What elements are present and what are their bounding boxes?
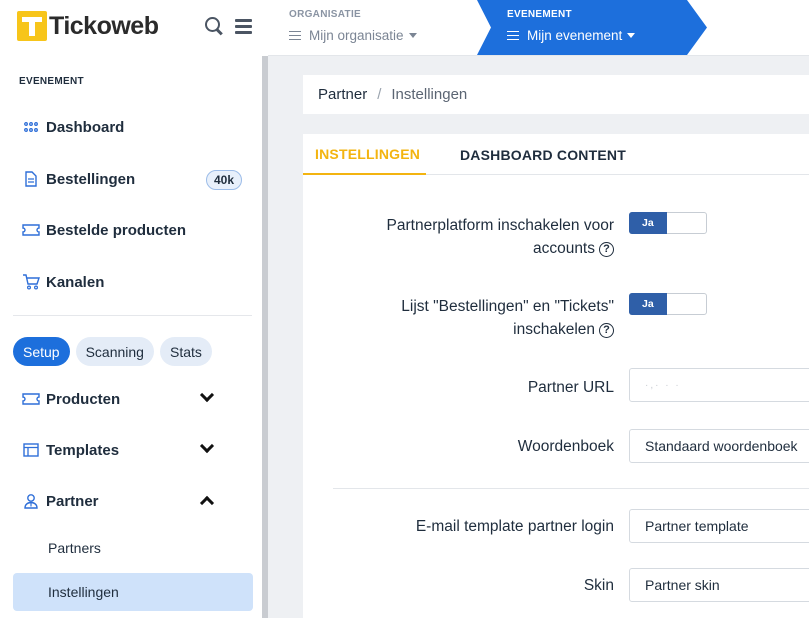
list-icon xyxy=(289,30,301,41)
sidebar-item-label: Bestelde producten xyxy=(46,221,187,239)
pill-scanning[interactable]: Scanning xyxy=(75,337,154,366)
tab-bar: INSTELLINGEN DASHBOARD CONTENT xyxy=(303,134,809,175)
tab-instellingen[interactable]: INSTELLINGEN xyxy=(303,134,426,175)
label-line: Lijst "Bestellingen" en "Tickets" xyxy=(401,298,614,315)
divider xyxy=(13,315,252,316)
chevron-up-icon xyxy=(199,495,215,511)
settings-card: INSTELLINGEN DASHBOARD CONTENT Partnerpl… xyxy=(303,134,809,618)
org-selector[interactable]: ORGANISATIE Mijn organisatie xyxy=(289,9,417,43)
partner-platform-toggle[interactable]: Ja xyxy=(629,212,707,234)
caret-down-icon xyxy=(408,33,417,38)
cart-icon xyxy=(22,273,40,291)
sidebar-item-bestellingen[interactable]: Bestellingen 40k xyxy=(22,167,248,191)
sidebar-group-producten[interactable]: Producten xyxy=(22,387,248,411)
pill-stats[interactable]: Stats xyxy=(159,337,212,366)
partner-url-label: Partner URL xyxy=(527,379,614,396)
caret-down-icon xyxy=(627,33,636,38)
layout-icon xyxy=(22,441,40,459)
sidebar-item-label: Producten xyxy=(46,390,121,408)
sidebar-item-label: Kanalen xyxy=(46,273,105,291)
hamburger-menu-icon[interactable] xyxy=(235,16,253,36)
label-line: accounts xyxy=(532,240,595,257)
sidebar-group-partner[interactable]: Partner xyxy=(22,489,248,513)
tab-dashboard-content[interactable]: DASHBOARD CONTENT xyxy=(460,134,626,175)
chevron-down-icon xyxy=(199,438,215,454)
tickoweb-logo-icon xyxy=(17,11,47,41)
document-icon xyxy=(22,170,40,188)
toggle-on-label: Ja xyxy=(629,212,667,234)
count-badge: 40k xyxy=(205,170,242,190)
dictionary-label: Woordenboek xyxy=(517,438,614,455)
skin-label: Skin xyxy=(583,577,614,594)
grid-icon xyxy=(22,118,40,136)
breadcrumb-current: Instellingen xyxy=(391,86,468,103)
form-divider xyxy=(333,488,809,489)
lists-toggle-label: Lijst "Bestellingen" en "Tickets" inscha… xyxy=(401,295,614,341)
sidebar-group-templates[interactable]: Templates xyxy=(22,438,248,462)
breadcrumb-parent[interactable]: Partner xyxy=(318,86,367,103)
ticket-icon xyxy=(22,221,40,239)
section-label: EVENEMENT xyxy=(19,76,84,87)
sidebar-item-label: Templates xyxy=(46,441,120,459)
label-line: Partnerplatform inschakelen voor xyxy=(386,217,614,234)
sidebar-item-bestelde-producten[interactable]: Bestelde producten xyxy=(22,218,248,242)
breadcrumb: Partner / Instellingen xyxy=(303,75,809,114)
org-value: Mijn organisatie xyxy=(309,28,404,43)
help-icon[interactable]: ? xyxy=(599,323,614,338)
skin-select[interactable]: Partner skin xyxy=(629,568,809,602)
event-value: Mijn evenement xyxy=(527,28,623,43)
breadcrumb-separator: / xyxy=(377,86,382,103)
partner-url-field[interactable]: ·,· · · xyxy=(629,368,809,402)
logo[interactable]: Tickoweb xyxy=(17,11,159,41)
lists-toggle[interactable]: Ja xyxy=(629,293,707,315)
brand-name: Tickoweb xyxy=(49,11,159,40)
mode-pills: Setup Scanning Stats xyxy=(13,337,212,366)
event-selector[interactable]: EVENEMENT Mijn evenement xyxy=(477,0,707,55)
sidebar-item-dashboard[interactable]: Dashboard xyxy=(22,115,248,139)
list-icon xyxy=(507,30,519,41)
partner-platform-label: Partnerplatform inschakelen voor account… xyxy=(387,214,614,260)
ticket-icon xyxy=(22,390,40,408)
dictionary-select[interactable]: Standaard woordenboek xyxy=(629,429,809,463)
sidebar: Tickoweb EVENEMENT Dashboard Bestellinge… xyxy=(0,0,262,618)
sidebar-item-label: Dashboard xyxy=(46,118,125,136)
sidebar-subitem-instellingen[interactable]: Instellingen xyxy=(13,573,253,611)
help-icon[interactable]: ? xyxy=(599,242,614,257)
main-content: Partner / Instellingen INSTELLINGEN DASH… xyxy=(268,56,809,618)
sidebar-item-label: Bestellingen xyxy=(46,170,136,188)
org-caption: ORGANISATIE xyxy=(289,9,362,20)
sidebar-item-label: Partner xyxy=(46,492,99,510)
pill-setup[interactable]: Setup xyxy=(13,337,70,366)
email-template-select[interactable]: Partner template xyxy=(629,509,809,543)
brand-bar: Tickoweb xyxy=(0,0,262,56)
sidebar-item-kanalen[interactable]: Kanalen xyxy=(22,270,248,294)
sidebar-subitem-partners[interactable]: Partners xyxy=(13,529,253,567)
partner-icon xyxy=(22,492,40,510)
email-template-label: E-mail template partner login xyxy=(415,518,614,535)
search-icon[interactable] xyxy=(204,16,224,36)
event-caption: EVENEMENT xyxy=(507,9,572,20)
top-header: ORGANISATIE Mijn organisatie EVENEMENT M… xyxy=(268,0,809,56)
label-line: inschakelen xyxy=(513,321,595,338)
chevron-down-icon xyxy=(199,387,215,403)
toggle-on-label: Ja xyxy=(629,293,667,315)
